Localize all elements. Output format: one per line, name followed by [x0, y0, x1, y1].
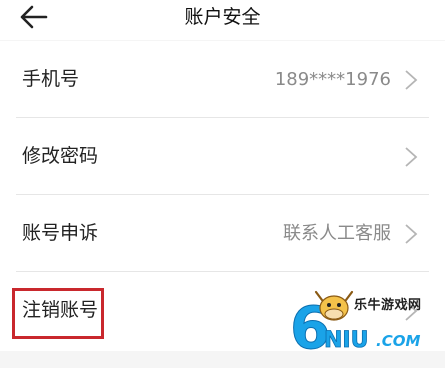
row-value: 联系人工客服: [283, 223, 391, 244]
row-phone-number[interactable]: 手机号 189****1976: [0, 41, 445, 118]
watermark-logo: 6 NIU .COM 乐牛游戏网: [290, 290, 440, 363]
row-value: 189****1976: [274, 69, 391, 90]
watermark-text: 乐牛游戏网: [354, 298, 422, 313]
row-change-password[interactable]: 修改密码: [0, 118, 445, 195]
chevron-right-icon: [405, 224, 418, 244]
row-label: 手机号: [22, 68, 80, 90]
top-bar: 账户安全: [0, 0, 445, 40]
chevron-right-icon: [405, 147, 418, 167]
row-label: 账号申诉: [22, 222, 99, 244]
highlight-box: [12, 288, 104, 339]
svg-text:.COM: .COM: [376, 332, 420, 350]
row-account-appeal[interactable]: 账号申诉 联系人工客服: [0, 195, 445, 272]
row-label: 修改密码: [22, 145, 99, 167]
page-title: 账户安全: [184, 6, 261, 28]
chevron-right-icon: [405, 70, 418, 90]
svg-text:NIU: NIU: [324, 328, 368, 353]
